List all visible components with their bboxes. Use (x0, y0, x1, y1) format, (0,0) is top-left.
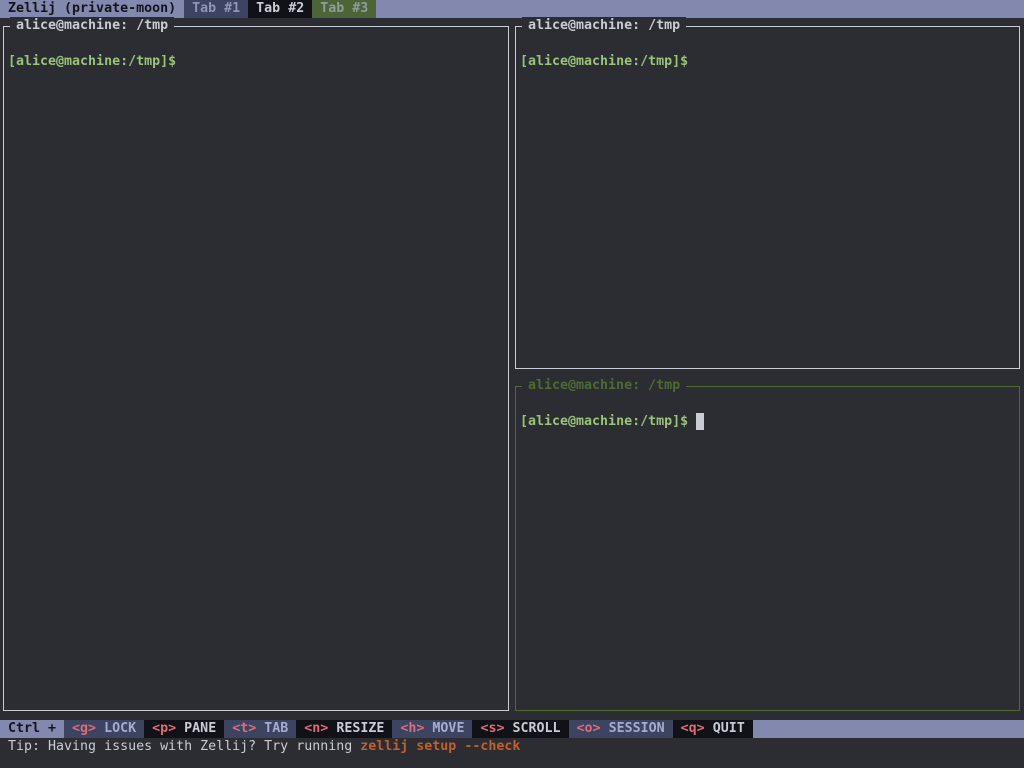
shell-prompt: [alice@machine:/tmp]$ (520, 414, 689, 429)
key-hint: <q> (680, 721, 705, 736)
status-bar: Ctrl + <g> LOCK <p> PANE <t> TAB <n> RES… (0, 720, 1024, 738)
mode-label: RESIZE (336, 721, 385, 736)
terminal-pane-bottom-right[interactable]: alice@machine: /tmp [alice@machine:/tmp]… (515, 377, 1020, 711)
tip-line: Tip: Having issues with Zellij? Try runn… (8, 738, 520, 756)
tab-bar: Zellij (private-moon) Tab #1 Tab #2 Tab … (0, 0, 1024, 18)
tab-2[interactable]: Tab #2 (248, 0, 313, 18)
key-hint: <o> (576, 721, 601, 736)
tip-text: Tip: Having issues with Zellij? Try runn… (8, 739, 361, 754)
shell-prompt-line: [alice@machine:/tmp]$ (520, 413, 705, 431)
shell-prompt: [alice@machine:/tmp]$ (520, 54, 689, 69)
key-hint: <h> (400, 721, 425, 736)
mode-resize[interactable]: <n> RESIZE (296, 720, 393, 738)
key-hint: <t> (232, 721, 257, 736)
mode-label: LOCK (104, 721, 137, 736)
key-hint: <n> (304, 721, 329, 736)
shell-prompt: [alice@machine:/tmp]$ (8, 54, 177, 69)
pane-title: alice@machine: /tmp (10, 17, 175, 35)
mode-label: SESSION (608, 721, 665, 736)
tab-3[interactable]: Tab #3 (312, 0, 377, 18)
terminal-pane-top-right[interactable]: alice@machine: /tmp [alice@machine:/tmp]… (515, 17, 1020, 369)
text-cursor (696, 413, 705, 430)
pane-title: alice@machine: /tmp (522, 17, 687, 35)
mode-label: QUIT (712, 721, 745, 736)
key-hint: <g> (72, 721, 97, 736)
mode-tab[interactable]: <t> TAB (224, 720, 297, 738)
mode-label: PANE (184, 721, 217, 736)
key-hint: <p> (152, 721, 177, 736)
mode-pane[interactable]: <p> PANE (144, 720, 225, 738)
mode-lock[interactable]: <g> LOCK (64, 720, 145, 738)
mode-move[interactable]: <h> MOVE (392, 720, 473, 738)
tab-1[interactable]: Tab #1 (184, 0, 249, 18)
ctrl-prefix: Ctrl + (8, 721, 57, 736)
pane-title: alice@machine: /tmp (522, 377, 687, 395)
mode-quit[interactable]: <q> QUIT (672, 720, 753, 738)
mode-label: SCROLL (512, 721, 561, 736)
mode-scroll[interactable]: <s> SCROLL (472, 720, 569, 738)
terminal-pane-left[interactable]: alice@machine: /tmp [alice@machine:/tmp]… (3, 17, 509, 711)
key-hint: <s> (480, 721, 505, 736)
mode-label: MOVE (432, 721, 465, 736)
tip-command: zellij setup --check (360, 739, 521, 754)
session-title: Zellij (private-moon) (8, 1, 177, 16)
mode-label: TAB (264, 721, 289, 736)
mode-session[interactable]: <o> SESSION (568, 720, 673, 738)
